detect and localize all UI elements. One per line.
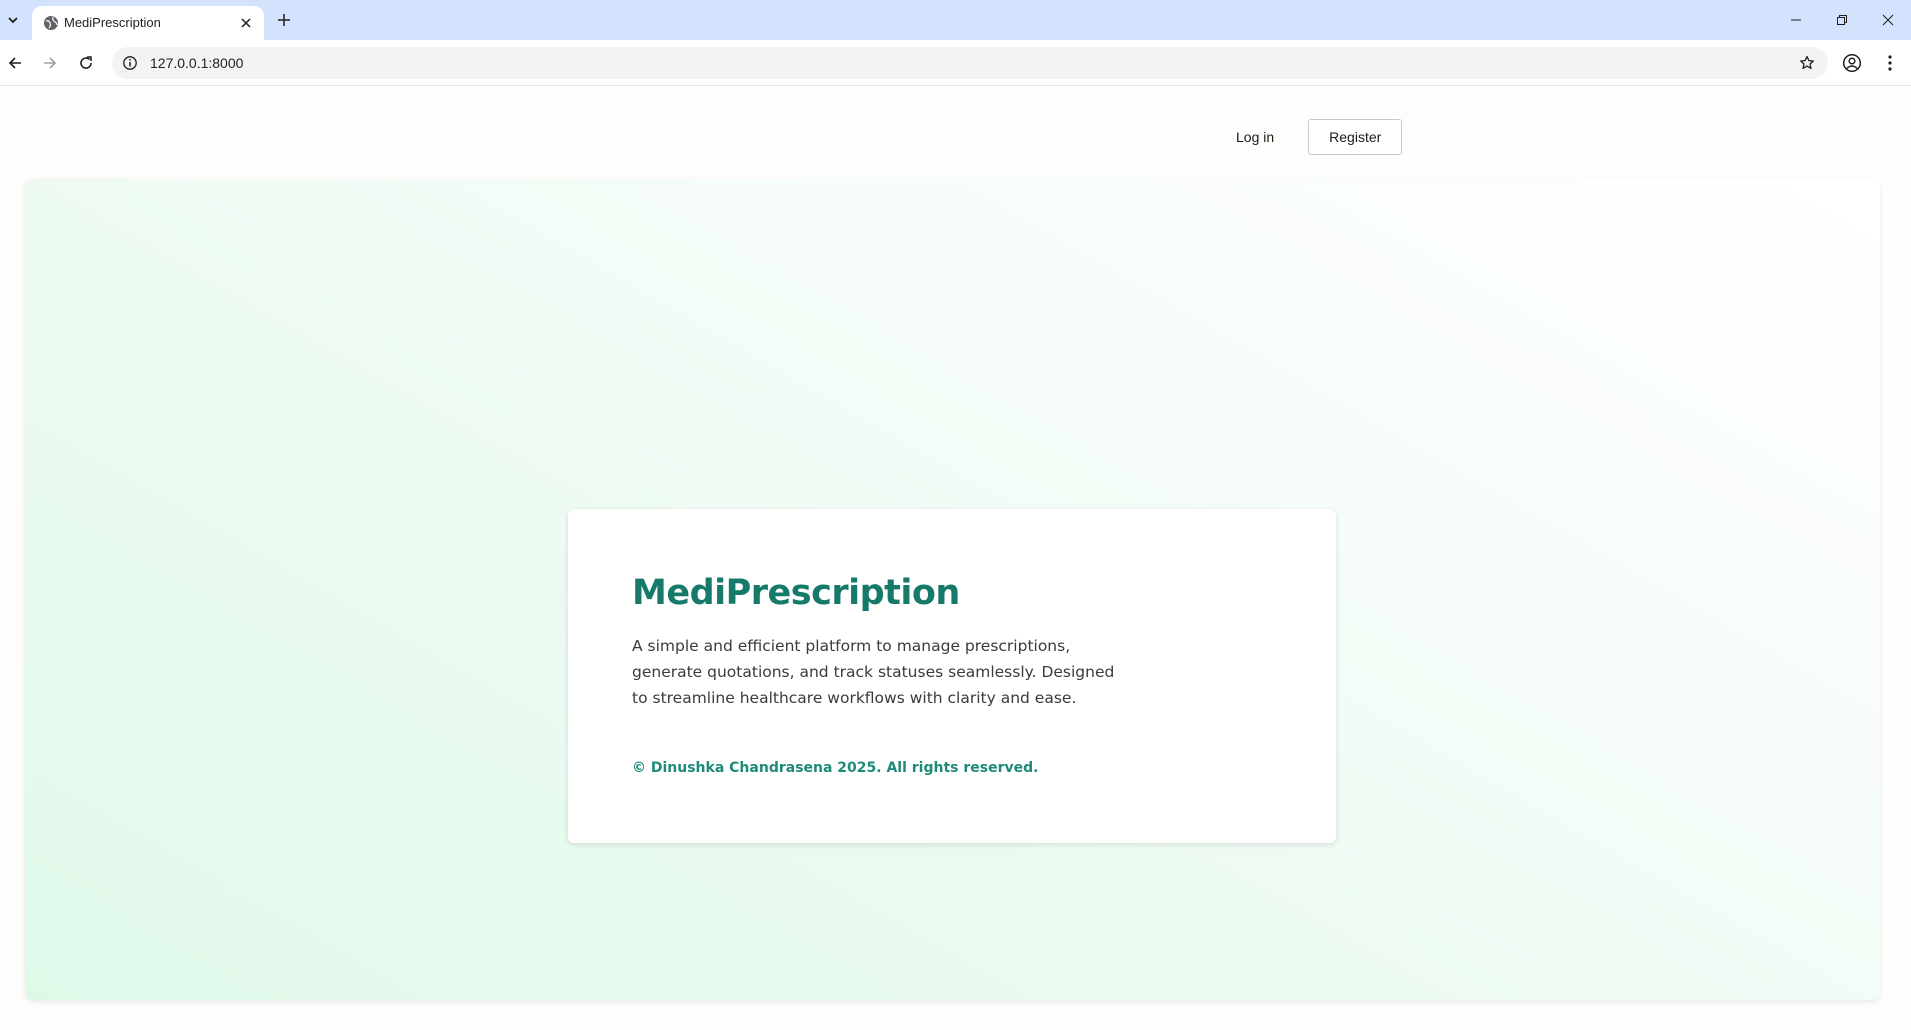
restore-icon[interactable]: [1820, 4, 1864, 36]
page-title: MediPrescription: [632, 573, 960, 613]
profile-avatar-icon[interactable]: [1838, 49, 1866, 77]
description-text: A simple and efficient platform to manag…: [632, 637, 1115, 707]
browser-tab[interactable]: MediPrescription: [32, 6, 264, 40]
address-bar[interactable]: 127.0.0.1:8000: [112, 47, 1828, 79]
auth-nav: Log in Register: [1216, 119, 1403, 155]
close-tab-icon[interactable]: [236, 13, 256, 33]
window-close-icon[interactable]: [1866, 4, 1910, 36]
forward-arrow-icon[interactable]: [35, 48, 65, 78]
new-tab-plus-icon[interactable]: [272, 8, 296, 32]
browser-toolbar: 127.0.0.1:8000: [0, 40, 1911, 86]
page-viewport: Log in Register MediPrescription A simpl…: [0, 87, 1911, 1030]
tab-search-chevron-icon[interactable]: [2, 8, 24, 32]
back-arrow-icon[interactable]: [0, 48, 30, 78]
bookmark-star-icon[interactable]: [1796, 52, 1818, 74]
url-text[interactable]: 127.0.0.1:8000: [150, 55, 243, 71]
minimize-icon[interactable]: [1774, 4, 1818, 36]
login-link[interactable]: Log in: [1216, 120, 1294, 154]
tab-title: MediPrescription: [64, 15, 161, 30]
tab-bar: MediPrescription: [0, 0, 1911, 40]
globe-icon: [42, 14, 60, 32]
welcome-card: MediPrescription A simple and efficient …: [568, 509, 1336, 843]
site-info-icon[interactable]: [120, 53, 140, 73]
copyright-text: © Dinushka Chandrasena 2025. All rights …: [632, 760, 1039, 776]
reload-icon[interactable]: [71, 48, 101, 78]
more-menu-icon[interactable]: [1876, 49, 1904, 77]
register-button[interactable]: Register: [1308, 119, 1403, 155]
